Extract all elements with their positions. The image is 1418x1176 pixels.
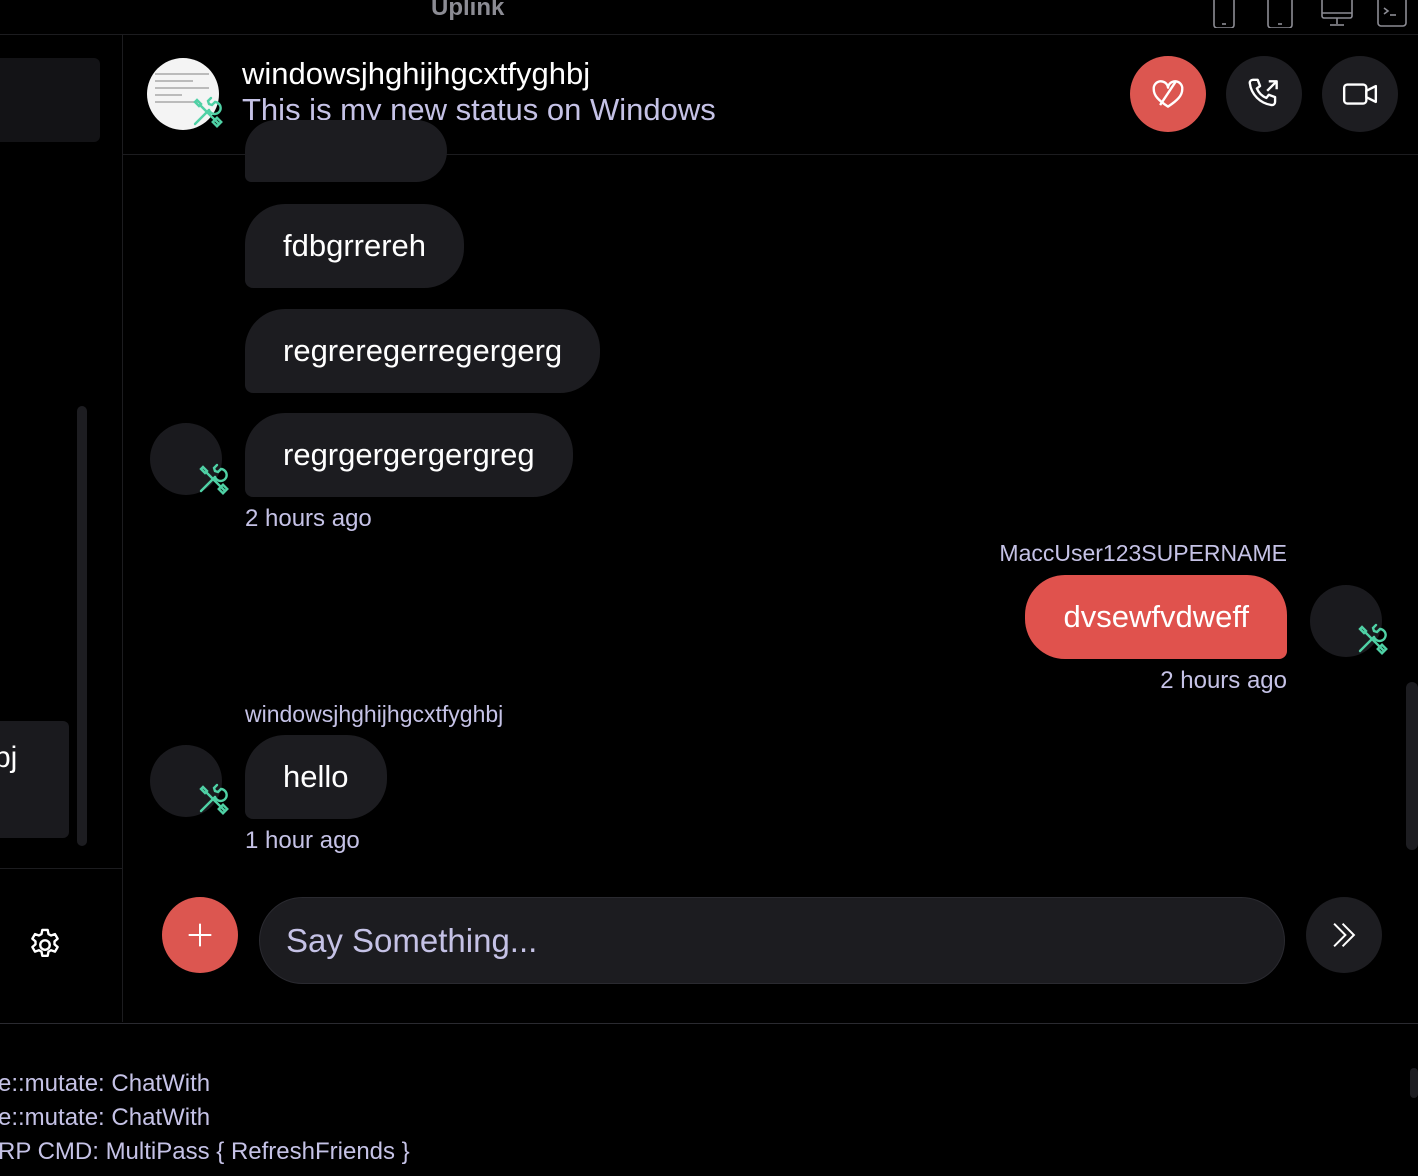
chevron-double-right-icon — [1333, 922, 1356, 948]
log-scrollbar[interactable] — [1410, 1068, 1418, 1098]
sidebar-chat-item-label: bj — [0, 741, 18, 774]
message-text: dvsewfvdweff — [1063, 599, 1249, 634]
contact-name: windowsjhghijhgcxtfyghbj — [242, 56, 591, 91]
tools-badge-icon — [1352, 619, 1392, 659]
message-sender: MaccUser123SUPERNAME — [999, 540, 1287, 566]
tools-badge-icon — [193, 779, 233, 819]
message-bubble[interactable]: regrgergergergreg — [245, 413, 573, 497]
app-title: Uplink — [431, 0, 505, 21]
video-call-button[interactable] — [1322, 56, 1398, 132]
message-bubble-partial[interactable] — [245, 120, 447, 182]
call-button[interactable] — [1226, 56, 1302, 132]
log-divider — [0, 1023, 1418, 1024]
message-text: fdbgrrereh — [283, 228, 427, 263]
heart-slash-icon — [1152, 80, 1184, 108]
tools-badge-icon — [187, 92, 227, 132]
send-button[interactable] — [1306, 897, 1382, 973]
log-line: RP CMD: MultiPass { RefreshFriends } — [0, 1138, 410, 1165]
message-input[interactable] — [259, 897, 1285, 984]
favorite-button[interactable] — [1130, 56, 1206, 132]
message-bubble[interactable]: fdbgrrereh — [245, 204, 465, 288]
message-timestamp: 2 hours ago — [245, 505, 372, 532]
video-camera-icon — [1342, 83, 1378, 105]
message-sender: windowsjhghijhgcxtfyghbj — [245, 701, 504, 727]
tablet-icon[interactable] — [1266, 0, 1294, 29]
phone-outgoing-icon — [1248, 78, 1278, 107]
message-text: hello — [283, 759, 349, 794]
message-bubble-own[interactable]: dvsewfvdweff — [1025, 575, 1287, 659]
log-line: e::mutate: ChatWith — [0, 1104, 211, 1131]
phone-portrait-icon[interactable] — [1210, 0, 1238, 29]
message-timestamp: 1 hour ago — [245, 827, 360, 854]
title-bar: Uplink — [0, 0, 1418, 35]
message-bubble[interactable]: hello — [245, 735, 387, 819]
sidebar-search-box[interactable] — [0, 58, 100, 142]
add-attachment-button[interactable] — [162, 897, 238, 973]
sidebar: bj — [0, 34, 123, 1022]
message-timestamp: 2 hours ago — [1160, 667, 1287, 694]
sidebar-chat-item[interactable]: bj — [0, 721, 69, 838]
sidebar-divider — [0, 868, 122, 869]
sidebar-scrollbar[interactable] — [77, 406, 87, 846]
message-text: regrgergergergreg — [283, 437, 535, 472]
message-text: regreregerregergerg — [283, 333, 563, 368]
chat-scrollbar[interactable] — [1406, 682, 1418, 850]
log-line: e::mutate: ChatWith — [0, 1070, 211, 1097]
desktop-icon[interactable] — [1320, 0, 1354, 28]
plus-icon — [188, 923, 212, 947]
tools-badge-icon — [193, 459, 233, 499]
message-bubble[interactable]: regreregerregergerg — [245, 309, 601, 393]
settings-gear-icon[interactable] — [26, 926, 64, 964]
terminal-icon[interactable] — [1376, 0, 1408, 28]
